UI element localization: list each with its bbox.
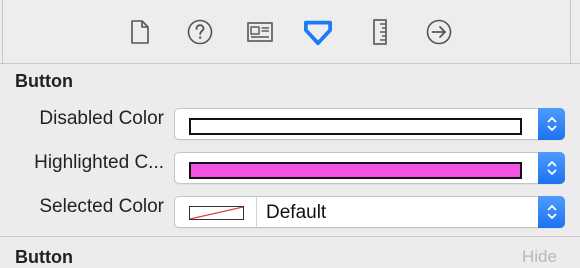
file-inspector-icon[interactable]	[126, 17, 154, 47]
no-color-swatch	[189, 206, 244, 220]
quick-help-icon[interactable]	[186, 17, 214, 47]
highlighted-color-popup[interactable]	[174, 152, 565, 184]
attributes-inspector-icon[interactable]	[304, 17, 332, 47]
button-second-section: Button Hide	[0, 237, 580, 267]
toolbar-edge-right	[570, 0, 571, 63]
connections-inspector-icon[interactable]	[425, 17, 453, 47]
identity-inspector-icon[interactable]	[246, 17, 274, 47]
up-down-chevron-icon	[547, 117, 556, 131]
up-down-chevron-icon	[547, 161, 556, 175]
hide-button[interactable]: Hide	[522, 247, 557, 267]
disabled-color-stepper[interactable]	[538, 108, 565, 140]
highlighted-color-swatch	[189, 162, 522, 179]
inspector-toolbar	[0, 0, 580, 64]
highlighted-color-label: Highlighted C...	[34, 152, 164, 173]
disabled-color-popup[interactable]	[174, 108, 565, 140]
toolbar-edge-left	[2, 0, 3, 63]
disabled-color-label: Disabled Color	[39, 108, 164, 129]
highlighted-color-stepper[interactable]	[538, 152, 565, 184]
selected-color-value: Default	[266, 202, 327, 223]
disabled-color-swatch	[189, 118, 522, 135]
section-title: Button	[15, 71, 73, 91]
popup-divider	[256, 197, 257, 227]
selected-color-label: Selected Color	[39, 196, 164, 217]
up-down-chevron-icon	[547, 205, 556, 219]
selected-color-popup[interactable]: Default	[174, 196, 565, 228]
size-inspector-icon[interactable]	[366, 17, 394, 47]
button-attributes-section: Button Disabled Color Highlighted C... S…	[0, 64, 580, 237]
selected-color-stepper[interactable]	[538, 196, 565, 228]
